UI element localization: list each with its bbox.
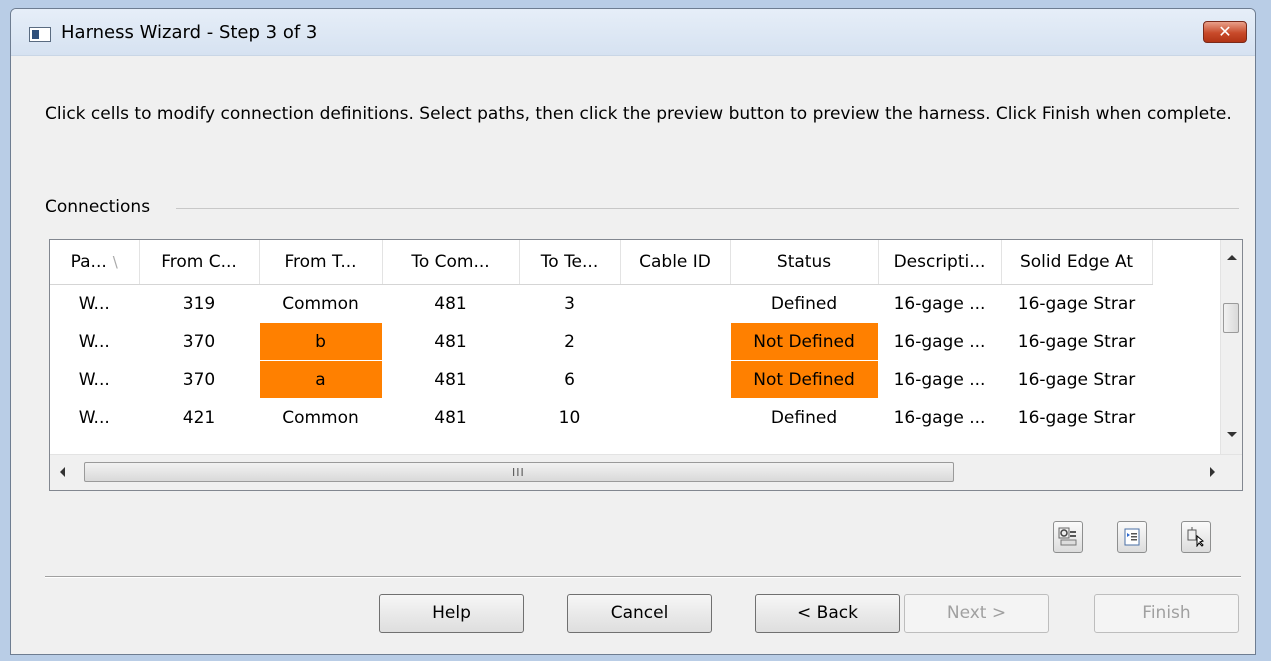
button-separator: [45, 576, 1241, 578]
cell-description[interactable]: 16-gage ...: [878, 360, 1002, 399]
back-button[interactable]: < Back: [755, 594, 900, 633]
table-row[interactable]: W... 370 a 481 6 Not Defined 16-gage ... 16-gag…: [50, 360, 1153, 399]
cell-to-terminal[interactable]: 6: [519, 360, 621, 399]
cell-path[interactable]: W...: [50, 322, 140, 361]
finish-button[interactable]: Finish: [1094, 594, 1239, 633]
column-header-to-component[interactable]: To Com...: [382, 240, 520, 285]
cell-from-component[interactable]: 370: [139, 360, 260, 399]
cell-to-component[interactable]: 481: [382, 360, 520, 399]
cell-cable-id[interactable]: [620, 398, 731, 437]
cell-to-terminal[interactable]: 2: [519, 322, 621, 361]
app-icon: [29, 27, 51, 42]
cell-status[interactable]: Defined: [730, 284, 879, 323]
scroll-down-icon[interactable]: [1227, 432, 1237, 437]
vertical-scrollbar[interactable]: [1220, 240, 1242, 455]
header-row: Pa... \ From C... From T... To Com... To …: [50, 240, 1153, 285]
column-header-description[interactable]: Descripti...: [878, 240, 1002, 285]
cell-to-terminal[interactable]: 10: [519, 398, 621, 437]
scroll-right-icon[interactable]: [1210, 467, 1215, 477]
cell-solid-edge-attribute[interactable]: 16-gage Strar: [1001, 360, 1153, 399]
connections-grid[interactable]: Pa... \ From C... From T... To Com... To …: [49, 239, 1243, 491]
harness-wizard-dialog: Harness Wizard - Step 3 of 3 ✕ Click cel…: [10, 8, 1256, 655]
cell-status[interactable]: Defined: [730, 398, 879, 437]
cell-cable-id[interactable]: [620, 360, 731, 399]
properties-list-icon: [1124, 528, 1140, 546]
column-header-cable-id[interactable]: Cable ID: [620, 240, 731, 285]
column-header-from-terminal[interactable]: From T...: [259, 240, 383, 285]
column-header-status[interactable]: Status: [730, 240, 879, 285]
horizontal-scrollbar[interactable]: III: [50, 454, 1242, 490]
scroll-up-icon[interactable]: [1227, 255, 1237, 260]
cell-from-component[interactable]: 370: [139, 322, 260, 361]
cell-solid-edge-attribute[interactable]: 16-gage Strar: [1001, 284, 1153, 323]
group-divider: [176, 208, 1239, 209]
column-header-path[interactable]: Pa... \: [50, 240, 140, 285]
title-bar: Harness Wizard - Step 3 of 3 ✕: [11, 9, 1255, 56]
table-row[interactable]: W... 319 Common 481 3 Defined 16-gage ... 16-ga…: [50, 284, 1153, 323]
column-header-solid-edge-attribute[interactable]: Solid Edge At: [1001, 240, 1153, 285]
find-connections-icon: [1058, 527, 1077, 546]
cell-to-terminal[interactable]: 3: [519, 284, 621, 323]
cell-path[interactable]: W...: [50, 398, 140, 437]
cell-description[interactable]: 16-gage ...: [878, 284, 1002, 323]
cell-path[interactable]: W...: [50, 360, 140, 399]
cell-description[interactable]: 16-gage ...: [878, 398, 1002, 437]
connections-group-label: Connections: [45, 197, 151, 217]
cell-cable-id[interactable]: [620, 284, 731, 323]
close-button[interactable]: ✕: [1203, 21, 1247, 43]
find-connections-button[interactable]: [1053, 521, 1083, 553]
cell-description[interactable]: 16-gage ...: [878, 322, 1002, 361]
cell-cable-id[interactable]: [620, 322, 731, 361]
help-button[interactable]: Help: [379, 594, 524, 633]
column-header-to-terminal[interactable]: To Te...: [519, 240, 621, 285]
next-button[interactable]: Next >: [904, 594, 1049, 633]
cell-solid-edge-attribute[interactable]: 16-gage Strar: [1001, 398, 1153, 437]
select-path-button[interactable]: [1181, 521, 1211, 553]
connections-table: Pa... \ From C... From T... To Com... To …: [50, 240, 1153, 437]
cell-path[interactable]: W...: [50, 284, 140, 323]
cell-from-terminal[interactable]: a: [259, 360, 383, 399]
cell-from-terminal[interactable]: Common: [259, 398, 383, 437]
instructions-text: Click cells to modify connection definit…: [45, 104, 1232, 124]
table-row[interactable]: W... 370 b 481 2 Not Defined 16-gage ... 16-gag…: [50, 322, 1153, 361]
cell-from-terminal[interactable]: Common: [259, 284, 383, 323]
column-header-from-component[interactable]: From C...: [139, 240, 260, 285]
cell-from-terminal[interactable]: b: [259, 322, 383, 361]
cell-to-component[interactable]: 481: [382, 284, 520, 323]
sort-icon: \: [112, 253, 118, 271]
properties-list-button[interactable]: [1117, 521, 1147, 553]
cell-to-component[interactable]: 481: [382, 398, 520, 437]
window-title: Harness Wizard - Step 3 of 3: [61, 22, 318, 43]
cell-status[interactable]: Not Defined: [730, 322, 879, 361]
select-path-icon: [1187, 527, 1205, 547]
cancel-button[interactable]: Cancel: [567, 594, 712, 633]
table-row[interactable]: W... 421 Common 481 10 Defined 16-gage ... 16-g…: [50, 398, 1153, 437]
cell-from-component[interactable]: 319: [139, 284, 260, 323]
vertical-scroll-thumb[interactable]: [1223, 303, 1239, 333]
cell-solid-edge-attribute[interactable]: 16-gage Strar: [1001, 322, 1153, 361]
scroll-left-icon[interactable]: [60, 467, 65, 477]
horizontal-scroll-thumb[interactable]: III: [84, 462, 954, 482]
scroll-grip-icon: III: [512, 466, 525, 479]
cell-to-component[interactable]: 481: [382, 322, 520, 361]
cell-status[interactable]: Not Defined: [730, 360, 879, 399]
cell-from-component[interactable]: 421: [139, 398, 260, 437]
